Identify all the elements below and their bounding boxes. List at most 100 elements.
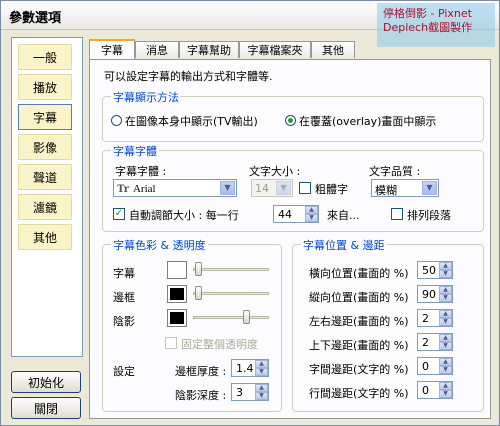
chevron-down-icon: ▼ <box>422 181 437 195</box>
border-opacity-slider[interactable] <box>193 292 269 295</box>
bold-label: 粗體字 <box>315 183 348 196</box>
watermark: 停格倒影 - Pixnet Deplech截圖製作 <box>377 3 495 47</box>
char-spacing-value: 0 <box>422 360 429 373</box>
border-opacity-thumb[interactable] <box>195 286 202 300</box>
bold-checkbox[interactable] <box>299 182 311 194</box>
sidebar: 一般 播放 字幕 影像 聲道 濾鏡 其他 <box>11 37 83 357</box>
spin-up-icon[interactable]: ▲ <box>255 360 268 368</box>
spin-down-icon[interactable]: ▼ <box>255 392 268 400</box>
lr-margin-stepper[interactable]: 2 ▲ ▼ <box>417 309 453 327</box>
font-value: Arial <box>132 183 156 195</box>
vertical-position-label: 縱向位置(畫面的 %) <box>309 291 409 304</box>
tab-other[interactable]: 其他 <box>311 41 355 58</box>
horizontal-position-stepper[interactable]: 50 ▲ ▼ <box>417 261 453 279</box>
sidebar-item-subtitles[interactable]: 字幕 <box>18 104 72 130</box>
auto-size-label: 自動調節大小 : 每一行 <box>129 209 239 222</box>
font-select[interactable]: Tr Arial ▼ <box>113 179 237 197</box>
spin-down-icon[interactable]: ▼ <box>439 270 452 278</box>
border-color-swatch[interactable] <box>167 285 187 303</box>
panel-description: 可以設定字幕的輸出方式和字體等. <box>104 70 273 83</box>
tv-output-radio[interactable] <box>111 115 122 126</box>
color-group: 字幕色彩 & 透明度 字幕 邊框 陰影 固定整個透明度 設定 邊框厚度 : 1.… <box>102 237 282 412</box>
display-method-group: 字幕顯示方法 在圖像本身中顯示(TV輸出) 在覆蓋(overlay)畫面中顯示 <box>102 89 484 142</box>
spin-up-icon[interactable]: ▲ <box>255 384 268 392</box>
sidebar-item-video[interactable]: 影像 <box>18 134 72 160</box>
subtitle-color-label: 字幕 <box>113 267 135 280</box>
tb-margin-value: 2 <box>422 336 429 349</box>
font-group: 字幕字體 字幕字體 : Tr Arial ▼ 文字大小 : 14 ▼ 粗體字 文字… <box>102 143 484 232</box>
shadow-depth-stepper[interactable]: 3 ▲ ▼ <box>231 383 269 401</box>
tab-subtitle-help[interactable]: 字幕幫助 <box>179 41 239 58</box>
color-legend: 字幕色彩 & 透明度 <box>111 237 208 253</box>
shadow-color-label: 陰影 <box>113 315 135 328</box>
overlay-radio[interactable] <box>285 115 296 126</box>
fixed-opacity-checkbox[interactable] <box>165 337 177 349</box>
size-select[interactable]: 14 ▼ <box>251 179 293 197</box>
auto-size-checkbox[interactable]: ✓ <box>113 208 125 220</box>
sidebar-item-playback[interactable]: 播放 <box>18 74 72 100</box>
fixed-opacity-label: 固定整個透明度 <box>181 338 258 351</box>
spin-down-icon[interactable]: ▼ <box>305 214 318 222</box>
spin-up-icon[interactable]: ▲ <box>439 286 452 294</box>
spin-up-icon[interactable]: ▲ <box>305 206 318 214</box>
tb-margin-label: 上下邊距(畫面的 %) <box>309 339 409 352</box>
arrange-label: 排列段落 <box>407 209 451 222</box>
border-color-label: 邊框 <box>113 291 135 304</box>
shadow-opacity-thumb[interactable] <box>243 310 250 324</box>
close-button[interactable]: 關閉 <box>11 397 81 419</box>
font-legend: 字幕字體 <box>111 143 159 159</box>
spin-down-icon[interactable]: ▼ <box>439 390 452 398</box>
shadow-opacity-slider[interactable] <box>193 316 269 319</box>
subtitle-opacity-thumb[interactable] <box>195 262 202 276</box>
spin-up-icon[interactable]: ▲ <box>439 262 452 270</box>
sidebar-item-other[interactable]: 其他 <box>18 224 72 250</box>
position-group: 字幕位置 & 邊距 橫向位置(畫面的 %) 50 ▲ ▼ 縱向位置(畫面的 %) … <box>292 237 484 412</box>
tab-messages[interactable]: 消息 <box>135 41 179 58</box>
reset-button[interactable]: 初始化 <box>11 371 81 393</box>
spin-down-icon[interactable]: ▼ <box>439 366 452 374</box>
spin-up-icon[interactable]: ▲ <box>439 358 452 366</box>
vertical-position-stepper[interactable]: 90 ▲ ▼ <box>417 285 453 303</box>
sidebar-item-filters[interactable]: 濾鏡 <box>18 194 72 220</box>
tab-subtitle-folder[interactable]: 字幕檔案夾 <box>239 41 311 58</box>
watermark-line1: 停格倒影 - Pixnet <box>383 7 472 20</box>
line-spacing-stepper[interactable]: 0 ▲ ▼ <box>417 381 453 399</box>
char-spacing-stepper[interactable]: 0 ▲ ▼ <box>417 357 453 375</box>
arrange-checkbox[interactable] <box>391 208 403 220</box>
subtitle-color-swatch[interactable] <box>167 261 187 279</box>
tv-output-label: 在圖像本身中顯示(TV輸出) <box>125 115 258 128</box>
quality-select[interactable]: 模糊 ▼ <box>371 179 439 197</box>
border-thickness-stepper[interactable]: 1.4 ▲ ▼ <box>231 359 269 377</box>
spin-down-icon[interactable]: ▼ <box>439 318 452 326</box>
spin-down-icon[interactable]: ▼ <box>439 342 452 350</box>
sidebar-item-general[interactable]: 一般 <box>18 44 72 70</box>
sidebar-item-audio[interactable]: 聲道 <box>18 164 72 190</box>
spin-down-icon[interactable]: ▼ <box>255 368 268 376</box>
subtitle-opacity-slider[interactable] <box>193 268 269 271</box>
char-spacing-label: 字間邊距(文字的 %) <box>309 363 409 376</box>
horizontal-position-value: 50 <box>422 264 436 277</box>
shadow-depth-label: 陰影深度 : <box>175 389 227 402</box>
chevron-down-icon: ▼ <box>276 181 291 195</box>
shadow-color-swatch[interactable] <box>167 309 187 327</box>
spin-down-icon[interactable]: ▼ <box>439 294 452 302</box>
tb-margin-stepper[interactable]: 2 ▲ ▼ <box>417 333 453 351</box>
quality-label: 文字品質 : <box>369 165 421 178</box>
shadow-depth-value: 3 <box>236 386 243 399</box>
border-thickness-label: 邊框厚度 : <box>175 365 227 378</box>
spin-up-icon[interactable]: ▲ <box>439 310 452 318</box>
vertical-position-value: 90 <box>422 288 436 301</box>
chars-per-line-stepper[interactable]: 44 ▲ ▼ <box>273 205 319 223</box>
window-title: 參數選項 <box>9 11 62 26</box>
lr-margin-label: 左右邊距(畫面的 %) <box>309 315 409 328</box>
position-rows: 橫向位置(畫面的 %) 50 ▲ ▼ 縱向位置(畫面的 %) 90 ▲ ▼ 左右邊距… <box>293 245 483 411</box>
truetype-icon: Tr <box>117 184 129 195</box>
settings-label: 設定 <box>113 365 135 378</box>
tab-subtitles[interactable]: 字幕 <box>89 39 135 59</box>
spin-up-icon[interactable]: ▲ <box>439 334 452 342</box>
spin-up-icon[interactable]: ▲ <box>439 382 452 390</box>
size-label: 文字大小 : <box>249 165 301 178</box>
chars-per-line-value: 44 <box>278 208 292 221</box>
subtitle-panel: 可以設定字幕的輸出方式和字體等. 字幕顯示方法 在圖像本身中顯示(TV輸出) 在… <box>89 59 491 419</box>
font-label: 字幕字體 : <box>115 165 167 178</box>
